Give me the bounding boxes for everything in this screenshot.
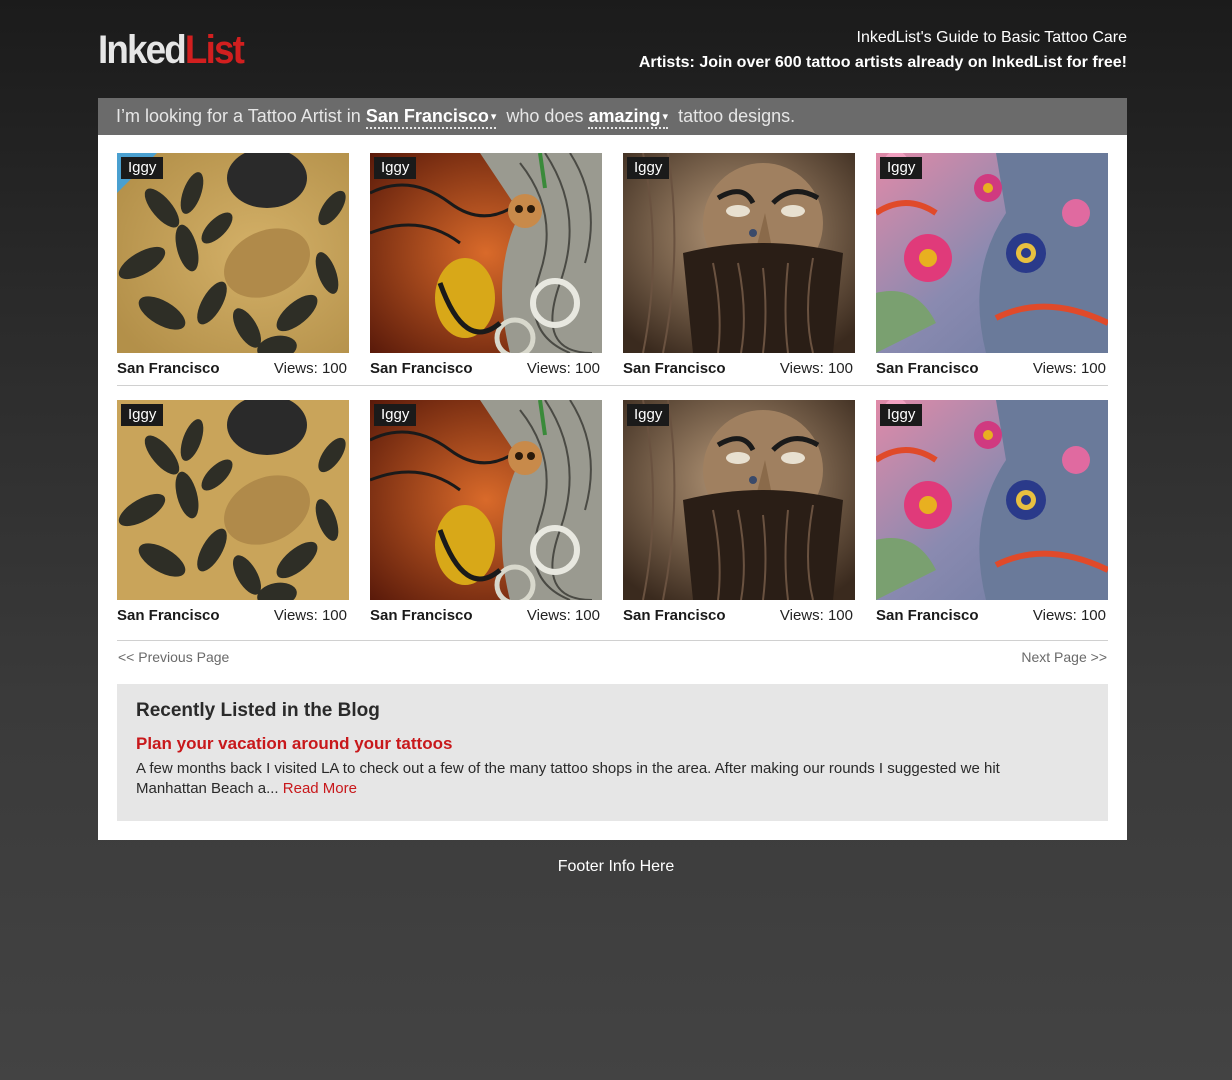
- artist-name-tag[interactable]: Iggy: [627, 404, 670, 426]
- tattoo-image-leaves[interactable]: Iggy: [117, 153, 349, 353]
- read-more-link[interactable]: Read More: [283, 780, 357, 797]
- logo-inked-text: Inked: [98, 28, 187, 72]
- tattoo-image-leaves[interactable]: Iggy: [117, 400, 349, 600]
- logo-list-text: List: [184, 28, 245, 72]
- chevron-down-icon: ▾: [490, 111, 497, 123]
- artist-name-tag[interactable]: Iggy: [374, 404, 417, 426]
- tattoo-care-guide-link[interactable]: InkedList's Guide to Basic Tattoo Care: [639, 28, 1127, 48]
- artist-name-tag[interactable]: Iggy: [121, 157, 164, 179]
- listing-views: Views: 100: [779, 360, 853, 377]
- listing-views: Views: 100: [273, 607, 347, 624]
- previous-page-link[interactable]: << Previous Page: [118, 649, 229, 665]
- blog-post-excerpt: A few months back I visited LA to check …: [136, 759, 1036, 799]
- tattoo-image-skull-waves[interactable]: Iggy: [370, 400, 602, 600]
- main-content-panel: Iggy San Francisco Views: 100 Iggy San F…: [98, 135, 1127, 840]
- listing-card[interactable]: Iggy San Francisco Views: 100: [370, 400, 602, 628]
- next-page-link[interactable]: Next Page >>: [1021, 649, 1107, 665]
- listing-city: San Francisco: [623, 360, 726, 377]
- artist-name-tag[interactable]: Iggy: [121, 404, 164, 426]
- listing-city: San Francisco: [117, 607, 220, 624]
- header-links: InkedList's Guide to Basic Tattoo Care A…: [639, 28, 1127, 73]
- artist-name-tag[interactable]: Iggy: [374, 157, 417, 179]
- listing-views: Views: 100: [526, 607, 600, 624]
- listing-meta: San Francisco Views: 100: [876, 604, 1108, 628]
- blog-post-title-link[interactable]: Plan your vacation around your tattoos: [136, 733, 1089, 755]
- tattoo-image-bearded-face[interactable]: Iggy: [623, 400, 855, 600]
- listing-meta: San Francisco Views: 100: [117, 357, 349, 381]
- listing-views: Views: 100: [779, 607, 853, 624]
- search-prefix-text: I’m looking for a Tattoo Artist in: [116, 106, 361, 126]
- search-middle-text: who does: [506, 106, 584, 126]
- listing-city: San Francisco: [876, 360, 979, 377]
- listing-card[interactable]: Iggy San Francisco Views: 100: [623, 400, 855, 628]
- tattoo-image-skull-waves[interactable]: Iggy: [370, 153, 602, 353]
- listing-card[interactable]: Iggy San Francisco Views: 100: [623, 153, 855, 381]
- listing-card[interactable]: Iggy San Francisco Views: 100: [117, 400, 349, 628]
- city-dropdown-value: San Francisco: [365, 106, 489, 126]
- listing-meta: San Francisco Views: 100: [623, 357, 855, 381]
- artist-join-link[interactable]: Artists: Join over 600 tattoo artists al…: [639, 53, 1127, 73]
- artist-name-tag[interactable]: Iggy: [880, 404, 923, 426]
- listing-city: San Francisco: [370, 360, 473, 377]
- search-sentence-bar: I’m looking for a Tattoo Artist in San F…: [98, 98, 1127, 135]
- tattoo-image-bearded-face[interactable]: Iggy: [623, 153, 855, 353]
- chevron-down-icon: ▾: [662, 111, 669, 123]
- row-divider: [117, 385, 1108, 386]
- pagination: << Previous Page Next Page >>: [117, 640, 1108, 671]
- style-dropdown[interactable]: amazing ▾: [588, 106, 669, 129]
- listing-views: Views: 100: [1032, 360, 1106, 377]
- listing-card[interactable]: Iggy San Francisco Views: 100: [876, 153, 1108, 381]
- listing-card[interactable]: Iggy San Francisco Views: 100: [370, 153, 602, 381]
- blog-heading: Recently Listed in the Blog: [136, 700, 380, 721]
- listing-views: Views: 100: [1032, 607, 1106, 624]
- listing-city: San Francisco: [117, 360, 220, 377]
- listing-card[interactable]: Iggy San Francisco Views: 100: [876, 400, 1108, 628]
- listing-city: San Francisco: [370, 607, 473, 624]
- listing-meta: San Francisco Views: 100: [623, 604, 855, 628]
- listing-meta: San Francisco Views: 100: [370, 357, 602, 381]
- listing-city: San Francisco: [623, 607, 726, 624]
- listing-card[interactable]: Iggy San Francisco Views: 100: [117, 153, 349, 381]
- city-dropdown[interactable]: San Francisco ▾: [365, 106, 497, 129]
- style-dropdown-value: amazing: [588, 106, 661, 126]
- tattoo-image-flower-elephant[interactable]: Iggy: [876, 400, 1108, 600]
- search-suffix-text: tattoo designs.: [678, 106, 796, 126]
- artist-name-tag[interactable]: Iggy: [627, 157, 670, 179]
- tattoo-image-flower-elephant[interactable]: Iggy: [876, 153, 1108, 353]
- listing-meta: San Francisco Views: 100: [876, 357, 1108, 381]
- artist-name-tag[interactable]: Iggy: [880, 157, 923, 179]
- inkedlist-logo[interactable]: InkedList: [98, 28, 245, 72]
- listing-views: Views: 100: [273, 360, 347, 377]
- listing-meta: San Francisco Views: 100: [370, 604, 602, 628]
- blog-excerpt-text: A few months back I visited LA to check …: [136, 760, 1000, 797]
- listing-views: Views: 100: [526, 360, 600, 377]
- footer-info: Footer Info Here: [557, 858, 675, 875]
- blog-section: Recently Listed in the Blog Plan your va…: [117, 684, 1108, 821]
- listing-city: San Francisco: [876, 607, 979, 624]
- listing-meta: San Francisco Views: 100: [117, 604, 349, 628]
